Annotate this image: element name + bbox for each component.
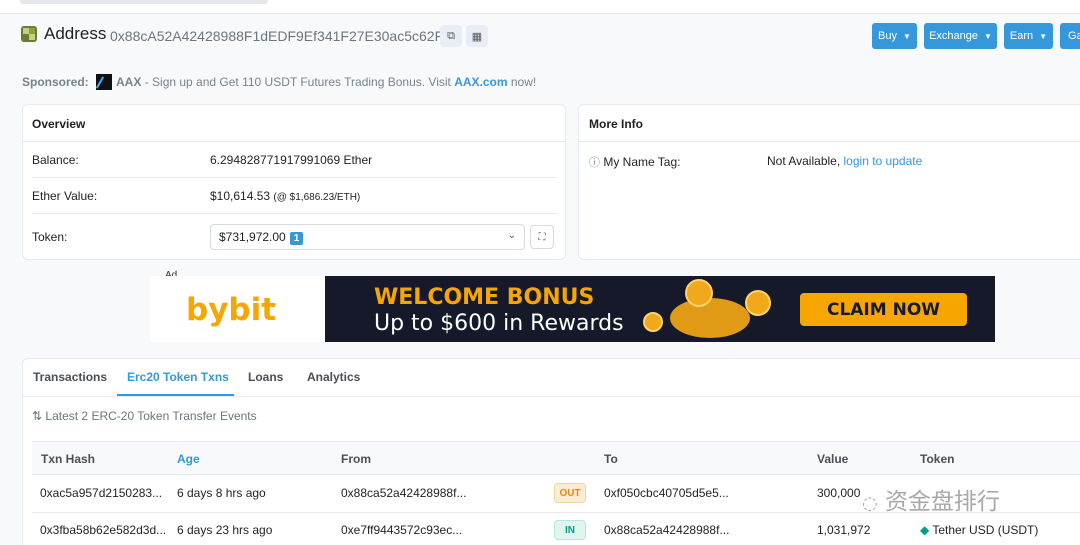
coin-icon (685, 279, 713, 307)
txn-hash-link[interactable]: 0x3fba58b62e582d3d... (40, 523, 166, 537)
tab-loans[interactable]: Loans (248, 370, 283, 384)
sponsor-link[interactable]: AAX.com (454, 75, 507, 89)
coin-icon (745, 290, 771, 316)
sort-icon: ⇅ (32, 409, 43, 423)
txn-to-link[interactable]: 0xf050cbc40705d5e5... (604, 486, 729, 500)
col-token: Token (920, 452, 955, 466)
more-info-title: More Info (579, 105, 1080, 142)
top-nav-strip (0, 0, 1080, 14)
events-summary: ⇅ Latest 2 ERC-20 Token Transfer Events (32, 409, 257, 423)
col-value: Value (817, 452, 849, 466)
balance-label: Balance: (32, 153, 79, 167)
overview-title: Overview (23, 105, 565, 142)
qr-code-icon[interactable]: ▦ (466, 25, 488, 47)
login-link[interactable]: login to update (844, 154, 923, 168)
token-link[interactable]: ◆ Tether USD (USDT) (920, 523, 1038, 537)
sponsor-text: - Sign up and Get 110 USDT Futures Tradi… (141, 75, 455, 89)
ether-value: $10,614.53 (@ $1,686.23/ETH) (210, 189, 361, 203)
txn-age: 6 days 8 hrs ago (177, 486, 266, 500)
sponsor-suffix: now! (507, 75, 537, 89)
tab-transactions[interactable]: Transactions (33, 370, 107, 384)
ether-rate: (@ $1,686.23/ETH) (273, 192, 361, 203)
txn-value: 300,000 (817, 486, 861, 500)
active-tab-indicator (117, 394, 234, 396)
direction-badge-out: OUT (554, 483, 586, 503)
chevron-down-icon: ▼ (1039, 31, 1048, 41)
earn-button[interactable]: Earn ▼ (1004, 23, 1053, 49)
page-title: Address (44, 24, 107, 43)
gaming-button[interactable]: Ga (1060, 23, 1080, 49)
txn-age: 6 days 23 hrs ago (177, 523, 273, 537)
name-tag-value: Not Available, login to update (767, 154, 923, 168)
txn-from-link[interactable]: 0xe7ff9443572c93ec... (341, 523, 462, 537)
aax-logo-icon (96, 74, 113, 90)
col-txn-hash: Txn Hash (41, 452, 96, 466)
chevron-down-icon: ▼ (984, 31, 992, 41)
txn-from: 0x88ca52a42428988f... (341, 486, 467, 500)
divider (32, 213, 557, 214)
watermark: ◌ 资金盘排行 (862, 489, 1001, 515)
token-dropdown[interactable]: $731,972.00 1 ⌄ (210, 224, 525, 250)
sponsored-label: Sponsored: (22, 75, 89, 89)
buy-button[interactable]: Buy ▼ (872, 23, 917, 49)
help-circle-icon: ⓘ (589, 157, 600, 169)
token-value: $731,972.00 (219, 230, 286, 244)
more-info-card: More Info (578, 104, 1080, 260)
direction-badge-in: IN (554, 520, 586, 540)
chevron-down-icon: ⌄ (507, 230, 516, 241)
expand-icon[interactable]: ⛶ (530, 225, 554, 249)
token-label: Token: (32, 230, 68, 244)
coin-pile-image (670, 298, 750, 338)
tabs-divider (22, 396, 1080, 397)
divider (32, 177, 557, 178)
address-hash: 0x88cA52A42428988F1dEDF9Ef341F27E30ac5c6… (110, 28, 444, 44)
name-tag-label: ⓘ My Name Tag: (589, 155, 681, 169)
ad-subline: Up to $600 in Rewards (374, 311, 624, 336)
wechat-icon: ◌ (862, 493, 878, 514)
txn-value: 1,031,972 (817, 523, 871, 537)
ether-value-label: Ether Value: (32, 189, 98, 203)
tab-erc20-token-txns[interactable]: Erc20 Token Txns (127, 370, 229, 384)
tab-analytics[interactable]: Analytics (307, 370, 360, 384)
txn-hash-link[interactable]: 0xac5a957d2150283... (40, 486, 162, 500)
sponsored-line: Sponsored: AAX - Sign up and Get 110 USD… (22, 74, 536, 90)
coin-icon (643, 312, 663, 332)
sponsor-brand: AAX (116, 75, 142, 89)
bybit-logo: bybit (186, 292, 277, 328)
ad-headline: WELCOME BONUS (374, 285, 595, 310)
chevron-down-icon: ▼ (903, 31, 911, 41)
token-count-badge: 1 (289, 232, 304, 245)
search-bar-remnant[interactable] (20, 0, 268, 4)
claim-now-button[interactable]: CLAIM NOW (800, 293, 967, 326)
txn-to: 0x88ca52a42428988f... (604, 523, 730, 537)
copy-icon[interactable]: ⧉ (440, 25, 462, 47)
tether-icon: ◆ (920, 523, 930, 537)
balance-value: 6.294828771917991069 Ether (210, 153, 373, 167)
exchange-button[interactable]: Exchange ▼ (924, 23, 997, 49)
col-from: From (341, 452, 371, 466)
col-to: To (604, 452, 618, 466)
address-blockie-icon (21, 26, 37, 42)
col-age[interactable]: Age (177, 452, 200, 466)
bybit-ad-banner[interactable]: bybit WELCOME BONUS Up to $600 in Reward… (150, 276, 995, 342)
